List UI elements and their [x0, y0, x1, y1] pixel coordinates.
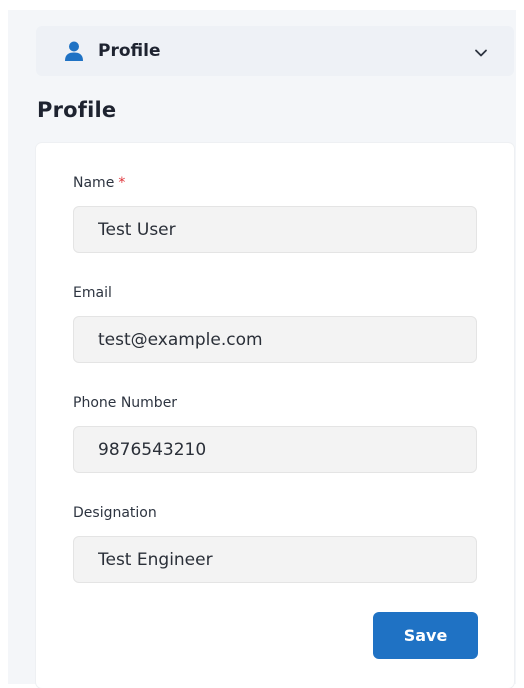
email-input[interactable]: [73, 316, 477, 363]
profile-accordion-header[interactable]: Profile: [36, 26, 514, 76]
save-button[interactable]: Save: [373, 612, 478, 659]
phone-number-input[interactable]: [73, 426, 477, 473]
designation-field-label: Designation: [73, 505, 157, 521]
user-icon: [64, 41, 84, 61]
name-input[interactable]: [73, 206, 477, 253]
designation-input[interactable]: [73, 536, 477, 583]
required-mark: *: [118, 175, 126, 191]
chevron-down-icon[interactable]: [474, 45, 488, 59]
accordion-label: Profile: [98, 41, 161, 61]
name-field-label: Name *: [73, 175, 125, 191]
name-label-text: Name: [73, 175, 115, 191]
email-field-label: Email: [73, 285, 112, 301]
page-title: Profile: [37, 98, 117, 122]
profile-form-card: Name* Email Phone Number Designation Sav…: [36, 143, 514, 688]
phone-field-label: Phone Number: [73, 395, 178, 411]
